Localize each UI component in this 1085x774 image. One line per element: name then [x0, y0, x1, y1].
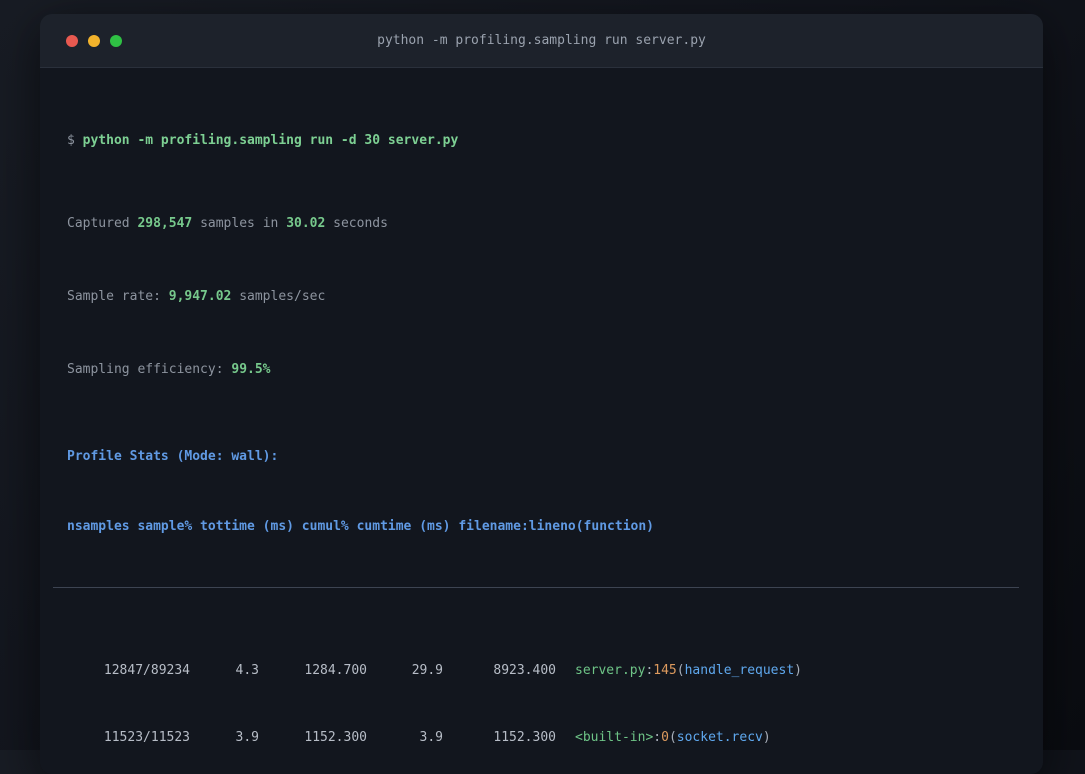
profile-table-row: 11523/11523 3.9 1152.300 3.9 1152.300 <built-… — [67, 727, 1019, 749]
close-paren: ) — [762, 730, 771, 745]
table-header: nsamples sample% tottime (ms) cumul% cum… — [67, 519, 654, 534]
tottime-cell: 1284.700 — [304, 663, 367, 678]
window-title: python -m profiling.sampling run server.… — [377, 33, 706, 48]
prompt-symbol: $ — [67, 133, 75, 148]
window-titlebar[interactable]: python -m profiling.sampling run server.… — [40, 14, 1043, 68]
tottime-cell: 1152.300 — [304, 730, 367, 745]
cumul-pct-cell: 3.9 — [419, 730, 443, 745]
captured-duration-value: 30.02 — [286, 216, 326, 231]
efficiency-label: Sampling efficiency: — [67, 362, 224, 377]
sample-pct-cell: 3.9 — [235, 730, 259, 745]
traffic-lights — [66, 34, 122, 47]
open-paren: ( — [668, 730, 677, 745]
close-paren: ) — [794, 663, 802, 678]
colon-separator: : — [653, 730, 662, 745]
function-name-text: handle_request — [684, 663, 795, 678]
maximize-button[interactable] — [110, 34, 122, 47]
cumul-pct-cell: 29.9 — [411, 663, 443, 678]
function-name-text: socket.recv — [676, 730, 763, 745]
captured-line: Captured 298,547 samples in 30.02 second… — [67, 210, 1019, 238]
nsamples-cell: 11523/11523 — [103, 730, 190, 745]
nsamples-cell: 12847/89234 — [103, 663, 190, 678]
sample-rate-suffix: samples/sec — [239, 289, 326, 304]
command-text: python -m profiling.sampling run -d 30 s… — [82, 133, 459, 148]
captured-samples-value: 298,547 — [137, 216, 193, 231]
sample-rate-label: Sample rate: — [67, 289, 161, 304]
efficiency-line: Sampling efficiency: 99.5% — [67, 356, 1019, 384]
minimize-button[interactable] — [88, 34, 100, 47]
captured-suffix-label: seconds — [333, 216, 388, 231]
profile-table-row: 12847/89234 4.3 1284.700 29.9 8923.400 server… — [67, 660, 1019, 682]
lineno-text: 145 — [653, 663, 677, 678]
function-cell: <built-in>:0(socket.recv) — [575, 727, 771, 749]
efficiency-value: 99.5% — [231, 362, 271, 377]
command-line: $ python -m profiling.sampling run -d 30… — [67, 127, 1019, 155]
close-button[interactable] — [66, 34, 78, 47]
sample-rate-line: Sample rate: 9,947.02 samples/sec — [67, 283, 1019, 311]
table-divider — [53, 587, 1019, 588]
profile-stats-title: Profile Stats (Mode: wall): — [67, 449, 279, 464]
open-paren: ( — [676, 663, 685, 678]
sample-rate-value: 9,947.02 — [168, 289, 232, 304]
terminal-window: python -m profiling.sampling run server.… — [40, 14, 1043, 774]
filename-text: server.py — [575, 663, 646, 678]
lineno-text: 0 — [661, 730, 669, 745]
sample-pct-cell: 4.3 — [235, 663, 259, 678]
function-cell: server.py:145(handle_request) — [575, 660, 802, 682]
captured-label: Captured — [67, 216, 130, 231]
terminal-output[interactable]: $ python -m profiling.sampling run -d 30… — [40, 68, 1043, 774]
cumtime-cell: 1152.300 — [493, 730, 556, 745]
captured-mid-label: samples in — [200, 216, 279, 231]
filename-text: <built-in> — [575, 730, 654, 745]
cumtime-cell: 8923.400 — [493, 663, 556, 678]
